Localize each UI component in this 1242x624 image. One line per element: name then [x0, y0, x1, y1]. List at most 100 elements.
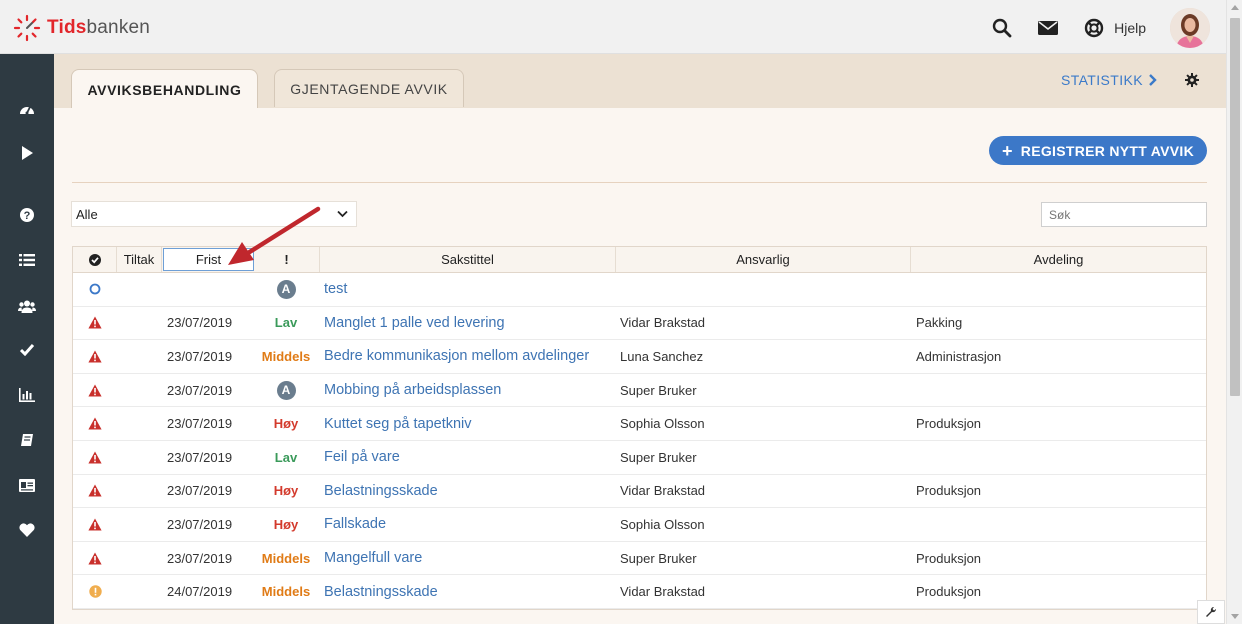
priority-cell: Lav: [253, 441, 319, 474]
gear-icon[interactable]: [1185, 73, 1199, 87]
responsible-name: Super Bruker: [620, 449, 697, 465]
header-title[interactable]: Sakstittel: [320, 247, 616, 272]
tab-avviksbehandling[interactable]: AVVIKSBEHANDLING: [71, 69, 258, 109]
table-row[interactable]: 23/07/2019 Lav Feil på vare Super Bruker: [73, 441, 1206, 475]
scroll-down-arrow[interactable]: [1231, 614, 1239, 619]
warning-red-icon: [73, 340, 117, 373]
list-icon[interactable]: [17, 250, 37, 270]
case-title-link[interactable]: Mobbing på arbeidsplassen: [324, 374, 501, 407]
help-icon[interactable]: ?: [17, 205, 37, 225]
statistics-label: STATISTIKK: [1060, 72, 1143, 88]
mail-icon[interactable]: [1036, 16, 1060, 40]
case-title-link[interactable]: Belastningsskade: [324, 575, 438, 608]
case-title-link[interactable]: Belastningsskade: [324, 475, 438, 508]
table-row[interactable]: 23/07/2019 Middels Bedre kommunikasjon m…: [73, 340, 1206, 374]
case-title-link[interactable]: Kuttet seg på tapetkniv: [324, 407, 472, 440]
table-body: A test 23/07/2019 Lav Manglet 1 palle ve…: [73, 273, 1206, 609]
users-icon[interactable]: [17, 296, 37, 316]
case-title-link[interactable]: Bedre kommunikasjon mellom avdelinger: [324, 340, 589, 373]
table-row[interactable]: 23/07/2019 Høy Kuttet seg på tapetkniv S…: [73, 407, 1206, 441]
header-tiltak[interactable]: Tiltak: [117, 247, 162, 272]
logo-text: Tidsbanken: [47, 17, 151, 38]
register-new-deviation-button[interactable]: + REGISTRER NYTT AVVIK: [989, 136, 1207, 165]
priority-label: Høy: [273, 416, 299, 432]
id-card-icon[interactable]: [17, 475, 37, 495]
header-responsible[interactable]: Ansvarlig: [616, 247, 911, 272]
warning-red-icon: [73, 307, 117, 340]
play-icon[interactable]: [17, 143, 37, 163]
responsible-name: Sophia Olsson: [620, 416, 705, 432]
warning-red-icon: [73, 508, 117, 541]
wrench-icon[interactable]: [1197, 600, 1225, 624]
deadline-date: 23/07/2019: [167, 315, 233, 331]
warning-red-icon: [73, 542, 117, 575]
info-orange-icon: [73, 575, 117, 608]
deviation-table: Tiltak Frist ! Sakstittel Ansvarlig Avde…: [72, 246, 1207, 610]
table-row[interactable]: A test: [73, 273, 1206, 307]
table-row[interactable]: 23/07/2019 A Mobbing på arbeidsplassen S…: [73, 374, 1206, 408]
deadline-date: 23/07/2019: [167, 483, 233, 499]
department-name: Produksjon: [916, 483, 982, 499]
priority-cell: A: [253, 273, 319, 306]
deadline-date: 23/07/2019: [167, 416, 233, 432]
table-row[interactable]: 23/07/2019 Middels Mangelfull vare Super…: [73, 542, 1206, 576]
case-title-link[interactable]: Feil på vare: [324, 441, 400, 474]
header-status[interactable]: [73, 247, 117, 272]
chevron-down-icon: [337, 210, 348, 218]
book-icon[interactable]: [17, 430, 37, 450]
warning-red-icon: [73, 475, 117, 508]
priority-cell: A: [253, 374, 319, 407]
warning-red-icon: [73, 407, 117, 440]
dashboard-icon[interactable]: [17, 99, 37, 119]
logo[interactable]: Tidsbanken: [13, 14, 150, 42]
responsible-name: Vidar Brakstad: [620, 483, 706, 499]
clock-logo-icon: [13, 14, 41, 42]
warning-red-icon: [73, 374, 117, 407]
check-icon[interactable]: [17, 340, 37, 360]
chevron-right-icon: [1149, 74, 1157, 86]
department-name: Produksjon: [916, 584, 982, 600]
table-row[interactable]: 23/07/2019 Lav Manglet 1 palle ved lever…: [73, 307, 1206, 341]
case-title-link[interactable]: test: [324, 273, 347, 306]
priority-badge: A: [276, 279, 296, 299]
priority-cell: Høy: [253, 508, 319, 541]
case-title-link[interactable]: Manglet 1 palle ved levering: [324, 307, 505, 340]
help-label: Hjelp: [1114, 20, 1146, 36]
case-title-link[interactable]: Fallskade: [324, 508, 386, 541]
priority-label: Middels: [261, 348, 311, 364]
department-name: Pakking: [916, 315, 963, 331]
deadline-date: 23/07/2019: [167, 348, 233, 364]
header-department[interactable]: Avdeling: [911, 247, 1206, 272]
help-link[interactable]: Hjelp: [1082, 16, 1146, 40]
scrollbar[interactable]: [1226, 0, 1242, 624]
scroll-thumb[interactable]: [1230, 18, 1240, 396]
search-input[interactable]: [1041, 202, 1207, 227]
responsible-name: Super Bruker: [620, 550, 697, 566]
priority-label: Middels: [261, 550, 311, 566]
table-row[interactable]: 23/07/2019 Høy Belastningsskade Vidar Br…: [73, 475, 1206, 509]
tab-gjentagende-avvik[interactable]: GJENTAGENDE AVVIK: [274, 69, 464, 107]
deadline-date: 23/07/2019: [167, 449, 233, 465]
register-button-label: REGISTRER NYTT AVVIK: [1020, 142, 1195, 159]
search-icon[interactable]: [990, 16, 1014, 40]
case-title-link[interactable]: Mangelfull vare: [324, 542, 422, 575]
heart-icon[interactable]: [17, 520, 37, 540]
deadline-date: 23/07/2019: [167, 382, 233, 398]
avatar[interactable]: [1170, 8, 1210, 48]
plus-icon: +: [1001, 140, 1013, 161]
content-panel: + REGISTRER NYTT AVVIK Alle Tiltak Frist…: [54, 108, 1226, 624]
table-row[interactable]: 23/07/2019 Høy Fallskade Sophia Olsson: [73, 508, 1206, 542]
statistics-link[interactable]: STATISTIKK: [1061, 72, 1158, 88]
chart-icon[interactable]: [17, 385, 37, 405]
responsible-name: Vidar Brakstad: [620, 315, 706, 331]
responsible-name: Vidar Brakstad: [620, 584, 706, 600]
responsible-name: Sophia Olsson: [620, 516, 705, 532]
responsible-name: Super Bruker: [620, 382, 697, 398]
priority-cell: Lav: [253, 307, 319, 340]
circle-open-icon: [73, 273, 117, 306]
deadline-date: 24/07/2019: [167, 584, 233, 600]
department-name: Produksjon: [916, 550, 982, 566]
scroll-up-arrow[interactable]: [1231, 5, 1239, 10]
table-row[interactable]: 24/07/2019 Middels Belastningsskade Vida…: [73, 575, 1206, 609]
department-name: Administrasjon: [916, 348, 1002, 364]
